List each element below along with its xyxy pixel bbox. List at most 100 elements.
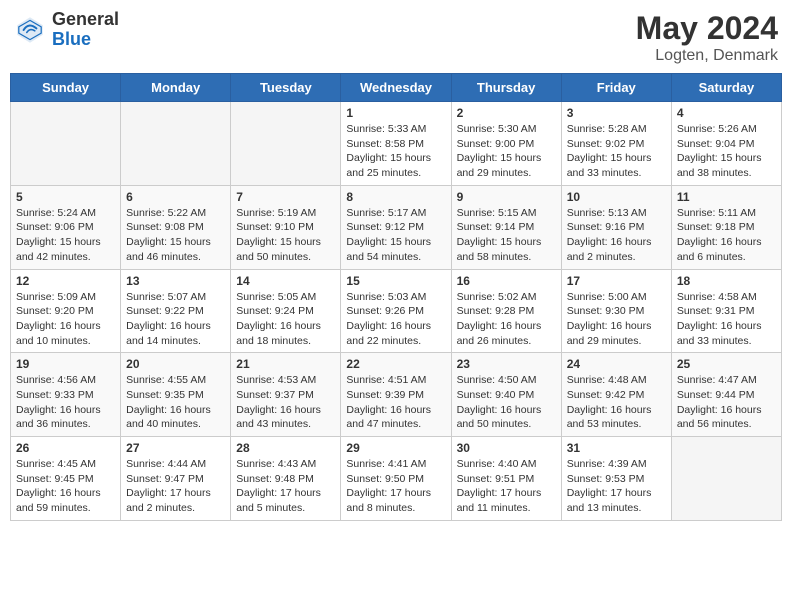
day-info: Sunrise: 5:11 AM Sunset: 9:18 PM Dayligh… — [677, 206, 776, 265]
day-header-monday: Monday — [121, 74, 231, 102]
week-row-1: 1Sunrise: 5:33 AM Sunset: 8:58 PM Daylig… — [11, 102, 782, 186]
day-number: 13 — [126, 274, 225, 288]
week-row-4: 19 Sunrise: 4:56 AM Sunset: 9:33 PM Dayli… — [11, 353, 782, 437]
calendar-body: 1Sunrise: 5:33 AM Sunset: 8:58 PM Daylig… — [11, 102, 782, 521]
day-info: Sunrise: 4:50 AM Sunset: 9:40 PM Dayligh… — [457, 373, 556, 432]
day-info: Sunrise: 5:30 AM Sunset: 9:00 PM Dayligh… — [457, 122, 556, 181]
day-info: Sunrise: 4:47 AM Sunset: 9:44 PM Dayligh… — [677, 373, 776, 432]
day-info: Sunrise: 5:03 AM Sunset: 9:26 PM Dayligh… — [346, 290, 445, 349]
day-info: Sunrise: 5:24 AM Sunset: 9:06 PM Dayligh… — [16, 206, 115, 265]
day-number: 11 — [677, 190, 776, 204]
calendar-cell: 8 Sunrise: 5:17 AM Sunset: 9:12 PM Daylig… — [341, 185, 451, 269]
calendar-cell: 26 Sunrise: 4:45 AM Sunset: 9:45 PM Dayli… — [11, 437, 121, 521]
calendar-cell: 22Sunrise: 4:51 AM Sunset: 9:39 PM Dayli… — [341, 353, 451, 437]
day-header-thursday: Thursday — [451, 74, 561, 102]
day-info: Sunrise: 4:44 AM Sunset: 9:47 PM Dayligh… — [126, 457, 225, 516]
logo-icon — [14, 14, 46, 46]
week-row-2: 5 Sunrise: 5:24 AM Sunset: 9:06 PM Daylig… — [11, 185, 782, 269]
calendar-cell — [671, 437, 781, 521]
day-number: 7 — [236, 190, 335, 204]
day-number: 29 — [346, 441, 445, 455]
calendar-cell: 13 Sunrise: 5:07 AM Sunset: 9:22 PM Dayli… — [121, 269, 231, 353]
calendar-cell: 12 Sunrise: 5:09 AM Sunset: 9:20 PM Dayli… — [11, 269, 121, 353]
calendar-cell: 29 Sunrise: 4:41 AM Sunset: 9:50 PM Dayli… — [341, 437, 451, 521]
day-number: 2 — [457, 106, 556, 120]
day-info: Sunrise: 4:41 AM Sunset: 9:50 PM Dayligh… — [346, 457, 445, 516]
calendar-cell — [121, 102, 231, 186]
week-row-5: 26 Sunrise: 4:45 AM Sunset: 9:45 PM Dayli… — [11, 437, 782, 521]
day-info: Sunrise: 4:48 AM Sunset: 9:42 PM Dayligh… — [567, 373, 666, 432]
calendar-cell: 16Sunrise: 5:02 AM Sunset: 9:28 PM Dayli… — [451, 269, 561, 353]
day-info: Sunrise: 4:43 AM Sunset: 9:48 PM Dayligh… — [236, 457, 335, 516]
calendar-cell: 21Sunrise: 4:53 AM Sunset: 9:37 PM Dayli… — [231, 353, 341, 437]
day-number: 8 — [346, 190, 445, 204]
calendar-cell: 15 Sunrise: 5:03 AM Sunset: 9:26 PM Dayli… — [341, 269, 451, 353]
calendar-cell — [11, 102, 121, 186]
calendar-cell: 31 Sunrise: 4:39 AM Sunset: 9:53 PM Dayli… — [561, 437, 671, 521]
calendar-cell: 6 Sunrise: 5:22 AM Sunset: 9:08 PM Daylig… — [121, 185, 231, 269]
week-row-3: 12 Sunrise: 5:09 AM Sunset: 9:20 PM Dayli… — [11, 269, 782, 353]
day-info: Sunrise: 5:13 AM Sunset: 9:16 PM Dayligh… — [567, 206, 666, 265]
day-number: 28 — [236, 441, 335, 455]
calendar-cell: 20Sunrise: 4:55 AM Sunset: 9:35 PM Dayli… — [121, 353, 231, 437]
day-number: 10 — [567, 190, 666, 204]
title-block: May 2024 Logten, Denmark — [636, 10, 778, 65]
calendar-cell: 28 Sunrise: 4:43 AM Sunset: 9:48 PM Dayli… — [231, 437, 341, 521]
calendar-cell: 24 Sunrise: 4:48 AM Sunset: 9:42 PM Dayli… — [561, 353, 671, 437]
day-info: Sunrise: 4:51 AM Sunset: 9:39 PM Dayligh… — [346, 373, 445, 432]
location: Logten, Denmark — [636, 47, 778, 65]
day-number: 20 — [126, 357, 225, 371]
day-info: Sunrise: 5:17 AM Sunset: 9:12 PM Dayligh… — [346, 206, 445, 265]
day-number: 1 — [346, 106, 445, 120]
day-number: 14 — [236, 274, 335, 288]
day-number: 17 — [567, 274, 666, 288]
calendar-cell: 5 Sunrise: 5:24 AM Sunset: 9:06 PM Daylig… — [11, 185, 121, 269]
day-info: Sunrise: 4:56 AM Sunset: 9:33 PM Dayligh… — [16, 373, 115, 432]
day-number: 16 — [457, 274, 556, 288]
day-number: 5 — [16, 190, 115, 204]
day-header-sunday: Sunday — [11, 74, 121, 102]
day-number: 19 — [16, 357, 115, 371]
day-info: Sunrise: 5:22 AM Sunset: 9:08 PM Dayligh… — [126, 206, 225, 265]
day-info: Sunrise: 5:09 AM Sunset: 9:20 PM Dayligh… — [16, 290, 115, 349]
day-number: 3 — [567, 106, 666, 120]
day-number: 15 — [346, 274, 445, 288]
day-number: 21 — [236, 357, 335, 371]
day-header-saturday: Saturday — [671, 74, 781, 102]
calendar-cell: 10 Sunrise: 5:13 AM Sunset: 9:16 PM Dayli… — [561, 185, 671, 269]
logo-blue: Blue — [52, 30, 119, 50]
day-number: 30 — [457, 441, 556, 455]
calendar-cell: 23Sunrise: 4:50 AM Sunset: 9:40 PM Dayli… — [451, 353, 561, 437]
day-number: 31 — [567, 441, 666, 455]
day-number: 24 — [567, 357, 666, 371]
day-info: Sunrise: 5:19 AM Sunset: 9:10 PM Dayligh… — [236, 206, 335, 265]
calendar-cell: 7 Sunrise: 5:19 AM Sunset: 9:10 PM Daylig… — [231, 185, 341, 269]
calendar-cell: 4Sunrise: 5:26 AM Sunset: 9:04 PM Daylig… — [671, 102, 781, 186]
calendar-cell: 9Sunrise: 5:15 AM Sunset: 9:14 PM Daylig… — [451, 185, 561, 269]
calendar-cell: 19 Sunrise: 4:56 AM Sunset: 9:33 PM Dayli… — [11, 353, 121, 437]
day-number: 12 — [16, 274, 115, 288]
day-info: Sunrise: 4:39 AM Sunset: 9:53 PM Dayligh… — [567, 457, 666, 516]
day-number: 6 — [126, 190, 225, 204]
calendar-cell: 11 Sunrise: 5:11 AM Sunset: 9:18 PM Dayli… — [671, 185, 781, 269]
day-number: 27 — [126, 441, 225, 455]
day-info: Sunrise: 5:07 AM Sunset: 9:22 PM Dayligh… — [126, 290, 225, 349]
calendar-header: SundayMondayTuesdayWednesdayThursdayFrid… — [11, 74, 782, 102]
month-year: May 2024 — [636, 10, 778, 47]
day-header-wednesday: Wednesday — [341, 74, 451, 102]
day-info: Sunrise: 4:58 AM Sunset: 9:31 PM Dayligh… — [677, 290, 776, 349]
logo-general: General — [52, 10, 119, 30]
calendar-cell: 14 Sunrise: 5:05 AM Sunset: 9:24 PM Dayli… — [231, 269, 341, 353]
page-header: General Blue May 2024 Logten, Denmark — [10, 10, 782, 65]
day-info: Sunrise: 5:05 AM Sunset: 9:24 PM Dayligh… — [236, 290, 335, 349]
day-number: 26 — [16, 441, 115, 455]
day-info: Sunrise: 4:45 AM Sunset: 9:45 PM Dayligh… — [16, 457, 115, 516]
calendar-cell: 17Sunrise: 5:00 AM Sunset: 9:30 PM Dayli… — [561, 269, 671, 353]
day-info: Sunrise: 5:28 AM Sunset: 9:02 PM Dayligh… — [567, 122, 666, 181]
day-info: Sunrise: 4:40 AM Sunset: 9:51 PM Dayligh… — [457, 457, 556, 516]
day-header-tuesday: Tuesday — [231, 74, 341, 102]
day-number: 25 — [677, 357, 776, 371]
day-info: Sunrise: 5:15 AM Sunset: 9:14 PM Dayligh… — [457, 206, 556, 265]
calendar-cell: 18Sunrise: 4:58 AM Sunset: 9:31 PM Dayli… — [671, 269, 781, 353]
day-info: Sunrise: 5:26 AM Sunset: 9:04 PM Dayligh… — [677, 122, 776, 181]
